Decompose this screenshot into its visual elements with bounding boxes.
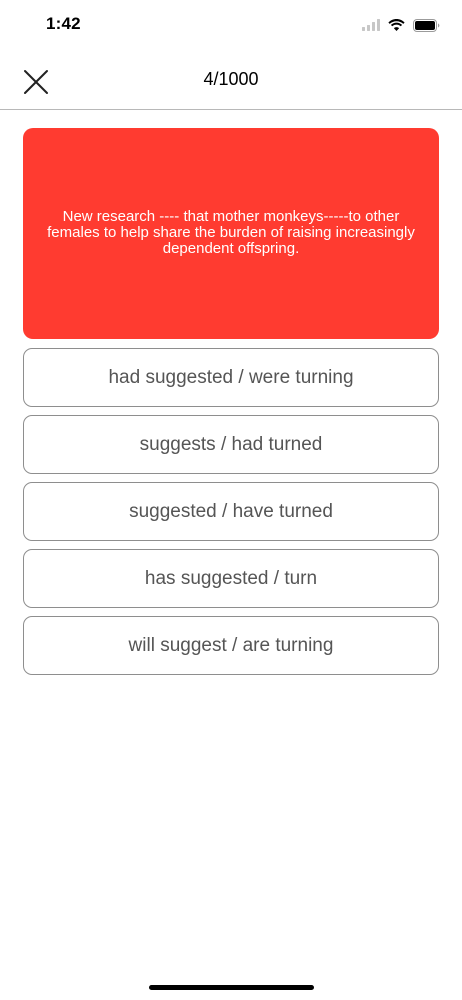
progress-title: 4/1000 bbox=[203, 69, 259, 89]
answer-option-label: suggests / had turned bbox=[139, 433, 323, 455]
home-indicator[interactable] bbox=[149, 985, 314, 990]
nav-bar: 4/1000 bbox=[0, 52, 462, 110]
answer-option-label: has suggested / turn bbox=[144, 567, 318, 589]
answer-option-4[interactable]: has suggested / turn bbox=[23, 549, 439, 608]
answer-option-label: will suggest / are turning bbox=[128, 634, 334, 656]
question-card: New research ---- that mother monkeys---… bbox=[23, 128, 439, 339]
answer-option-label: suggested / have turned bbox=[129, 500, 333, 522]
answer-option-5[interactable]: will suggest / are turning bbox=[23, 616, 439, 675]
answer-option-1[interactable]: had suggested / were turning bbox=[23, 348, 439, 407]
status-bar: 1:42 bbox=[0, 0, 462, 52]
status-time: 1:42 bbox=[46, 14, 81, 33]
answer-option-3[interactable]: suggested / have turned bbox=[23, 482, 439, 541]
answer-option-2[interactable]: suggests / had turned bbox=[23, 415, 439, 474]
battery-icon bbox=[413, 18, 440, 32]
question-text: New research ---- that mother monkeys---… bbox=[47, 207, 415, 257]
wifi-icon bbox=[388, 19, 405, 31]
status-icons bbox=[362, 16, 440, 34]
answer-options: had suggested / were turning suggests / … bbox=[23, 348, 439, 683]
answer-option-label: had suggested / were turning bbox=[108, 366, 354, 388]
cellular-signal-icon bbox=[362, 19, 380, 31]
